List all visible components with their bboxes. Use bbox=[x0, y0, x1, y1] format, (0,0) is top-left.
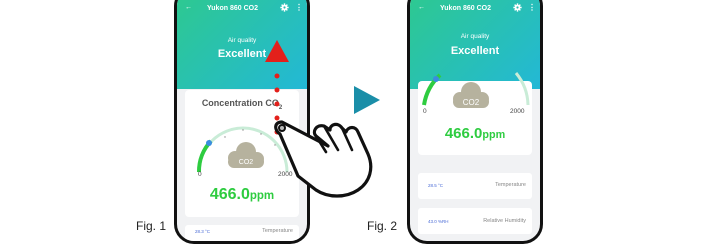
gauge-min-label: 0 bbox=[198, 171, 202, 178]
co2-badge: CO2 bbox=[462, 98, 480, 107]
co2-reading: 466.0ppm bbox=[418, 125, 532, 142]
air-quality-label: Air quality bbox=[460, 33, 490, 40]
gauge-min-label: 0 bbox=[423, 108, 427, 115]
more-vertical-icon[interactable]: ⋮ bbox=[528, 3, 536, 12]
gauge-max-label: 2000 bbox=[510, 108, 525, 115]
co2-reading-value: 466.0 bbox=[444, 125, 483, 142]
humidity-row[interactable]: 43.0 %RH Relative Humidity bbox=[418, 208, 532, 234]
app-title: Yukon 860 CO2 bbox=[207, 5, 258, 12]
humidity-value: 43.0 %RH bbox=[428, 219, 449, 224]
humidity-label: Relative Humidity bbox=[483, 218, 526, 224]
temperature-row[interactable]: 28.5 °C Temperature bbox=[418, 173, 532, 199]
gear-icon[interactable] bbox=[513, 3, 522, 12]
more-vertical-icon[interactable]: ⋮ bbox=[295, 3, 303, 12]
back-arrow-icon[interactable]: ← bbox=[185, 4, 192, 11]
temperature-value: 28.3 °C bbox=[195, 229, 211, 234]
app-title: Yukon 860 CO2 bbox=[440, 5, 491, 12]
gear-icon[interactable] bbox=[280, 3, 289, 12]
co2-gauge bbox=[422, 72, 530, 108]
figure-label-1: Fig. 1 bbox=[136, 219, 167, 233]
hand-pointer-icon bbox=[274, 120, 373, 198]
app-bar: ← Yukon 860 CO2 ⋮ bbox=[410, 3, 540, 17]
temperature-label: Temperature bbox=[262, 228, 293, 234]
co2-card: CO2 0 2000 466.0ppm bbox=[418, 72, 532, 155]
temperature-label: Temperature bbox=[495, 182, 526, 188]
back-arrow-icon[interactable]: ← bbox=[418, 4, 425, 11]
app-bar: ← Yukon 860 CO2 ⋮ bbox=[177, 3, 307, 17]
co2-badge: CO2 bbox=[238, 159, 254, 166]
air-quality-value: Excellent bbox=[450, 45, 500, 57]
temperature-row[interactable]: 28.3 °C Temperature bbox=[185, 225, 299, 241]
co2-reading-unit: ppm bbox=[482, 129, 506, 141]
gauge-marker bbox=[206, 140, 212, 146]
gauge-marker bbox=[433, 76, 439, 82]
co2-reading-value: 466.0 bbox=[209, 186, 250, 203]
temperature-value: 28.5 °C bbox=[428, 183, 444, 188]
phone-screen-2: ← Yukon 860 CO2 ⋮ Air quality Excellent … bbox=[407, 0, 543, 244]
figure-label-2: Fig. 2 bbox=[367, 219, 398, 233]
next-arrow-icon bbox=[354, 86, 380, 114]
